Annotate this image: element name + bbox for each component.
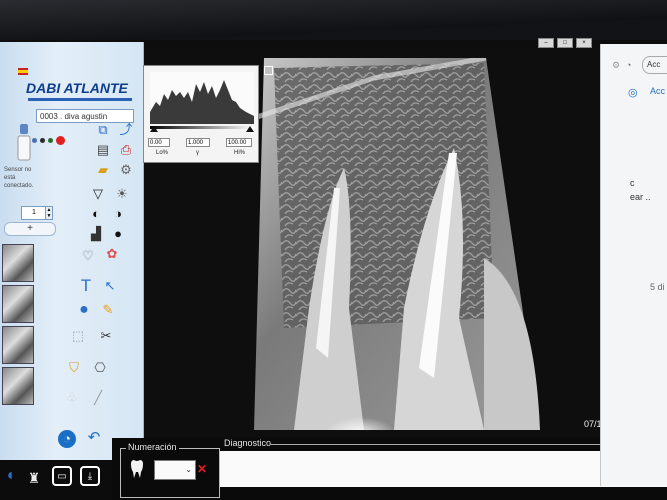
thumbnail[interactable] <box>2 285 34 323</box>
maximize-icon[interactable]: □ <box>557 38 573 48</box>
dental-xray-image[interactable] <box>254 58 540 430</box>
thumbnail[interactable] <box>2 367 34 405</box>
avatar-icon[interactable]: ◎ <box>628 86 638 99</box>
sensor-status-lights <box>32 136 65 145</box>
pencil-icon[interactable]: ✎ <box>100 302 116 318</box>
undo-icon[interactable]: ↶ <box>86 430 102 446</box>
image-count-field[interactable]: 1 <box>21 206 47 220</box>
save-icon[interactable]: ▤ <box>95 142 111 158</box>
color-palette-icon[interactable]: ✿ <box>104 246 120 262</box>
tooth-number-select[interactable]: ⌄ <box>154 460 196 480</box>
viewer-corner-marker <box>264 66 273 75</box>
brand-logo: DABI ATLANTE <box>26 80 128 96</box>
add-image-button[interactable]: + <box>4 222 56 236</box>
panel-marker-text: c <box>630 178 635 188</box>
logo-underline <box>28 98 132 101</box>
folder-icon[interactable]: ▰ <box>95 162 111 178</box>
high-percent-input[interactable]: 100.00 <box>226 138 252 147</box>
numeracion-label: Numeración <box>126 442 179 452</box>
histogram-icon[interactable]: ▟ <box>88 226 104 242</box>
close-icon[interactable]: × <box>576 38 592 48</box>
help-icon[interactable]: ◔ <box>58 430 76 448</box>
window-controls: – □ × <box>538 38 594 48</box>
patient-field[interactable]: 0003 . diva agustin <box>36 109 134 123</box>
diagnostico-label: Diagnostico <box>222 438 274 448</box>
select-area-icon[interactable]: ⬚ <box>70 328 86 344</box>
gamma-label: γ <box>196 150 199 156</box>
gamma-input[interactable]: 1.000 <box>186 138 210 147</box>
low-percent-input[interactable]: 0.00 <box>148 138 170 147</box>
circle-tool-icon[interactable]: ● <box>76 302 92 318</box>
image-count-stepper[interactable]: ▲ ▼ <box>45 206 53 220</box>
chevron-down-icon: ⌄ <box>185 465 192 474</box>
clear-number-icon[interactable]: ✕ <box>197 462 207 476</box>
panel-text-2: 5 di <box>650 282 665 292</box>
minimize-icon[interactable]: – <box>538 38 554 48</box>
tooth-chart-icon[interactable]: ♧ <box>64 390 80 406</box>
ruler-icon[interactable]: ╱ <box>90 390 106 406</box>
tooth-app-icon[interactable]: ♜ <box>24 468 44 488</box>
account-button[interactable]: Acc <box>642 56 667 74</box>
arrow-tool-icon[interactable]: ↖ <box>102 278 118 294</box>
export-icon[interactable]: ⤴ <box>118 122 134 138</box>
thumbnail[interactable] <box>2 326 34 364</box>
thumbnail[interactable] <box>2 244 34 282</box>
taskbar: ◖ ♜ ▭ ⤓ <box>0 460 112 500</box>
monitor-icon[interactable]: ▭ <box>52 466 72 486</box>
status-dot-green <box>48 138 53 143</box>
right-side-panel <box>600 44 667 486</box>
thumbnail-strip <box>2 244 34 414</box>
gear-icon[interactable]: ⚙ <box>612 60 620 71</box>
settings-icon[interactable]: ⚙ <box>118 162 134 178</box>
user-icon[interactable]: ◔ <box>626 60 631 70</box>
histogram-panel: 0.00 1.000 100.00 Lo% γ Hi% <box>143 65 259 163</box>
status-dot-red <box>56 136 65 145</box>
scissors-icon[interactable]: ✂ <box>98 328 114 344</box>
contrast-icon[interactable]: ◑ <box>110 206 126 222</box>
brightness-icon[interactable]: ☀ <box>114 186 130 202</box>
tooth-number-icon <box>130 460 144 478</box>
stamp-icon[interactable]: ⛉ <box>66 360 82 376</box>
low-percent-label: Lo% <box>156 150 169 156</box>
tooth-icon[interactable]: ♡ <box>80 248 96 264</box>
status-dot-blue <box>32 138 37 143</box>
copy-icon[interactable]: ⧉ <box>95 122 111 138</box>
paperclip-icon[interactable]: ⎔ <box>92 360 108 376</box>
spain-flag-icon[interactable] <box>18 68 28 75</box>
panel-text-1: ear .. <box>630 192 651 202</box>
contrast-drop-icon[interactable]: ◐ <box>88 206 104 222</box>
sensor-status-text: Sensor no está conectado. <box>4 167 34 189</box>
invert-icon[interactable]: ● <box>110 226 126 242</box>
download-icon[interactable]: ⤓ <box>80 466 100 486</box>
triangle-icon[interactable]: ▽ <box>90 186 106 202</box>
histogram-chart[interactable] <box>150 72 254 132</box>
status-dot-black <box>40 138 45 143</box>
print-icon[interactable]: ⎙ <box>118 142 134 158</box>
high-percent-label: Hi% <box>234 150 246 156</box>
account-label-secondary[interactable]: Acc <box>650 86 665 96</box>
text-tool-icon[interactable]: T <box>78 277 94 294</box>
app-icon[interactable]: ◖ <box>0 466 20 486</box>
